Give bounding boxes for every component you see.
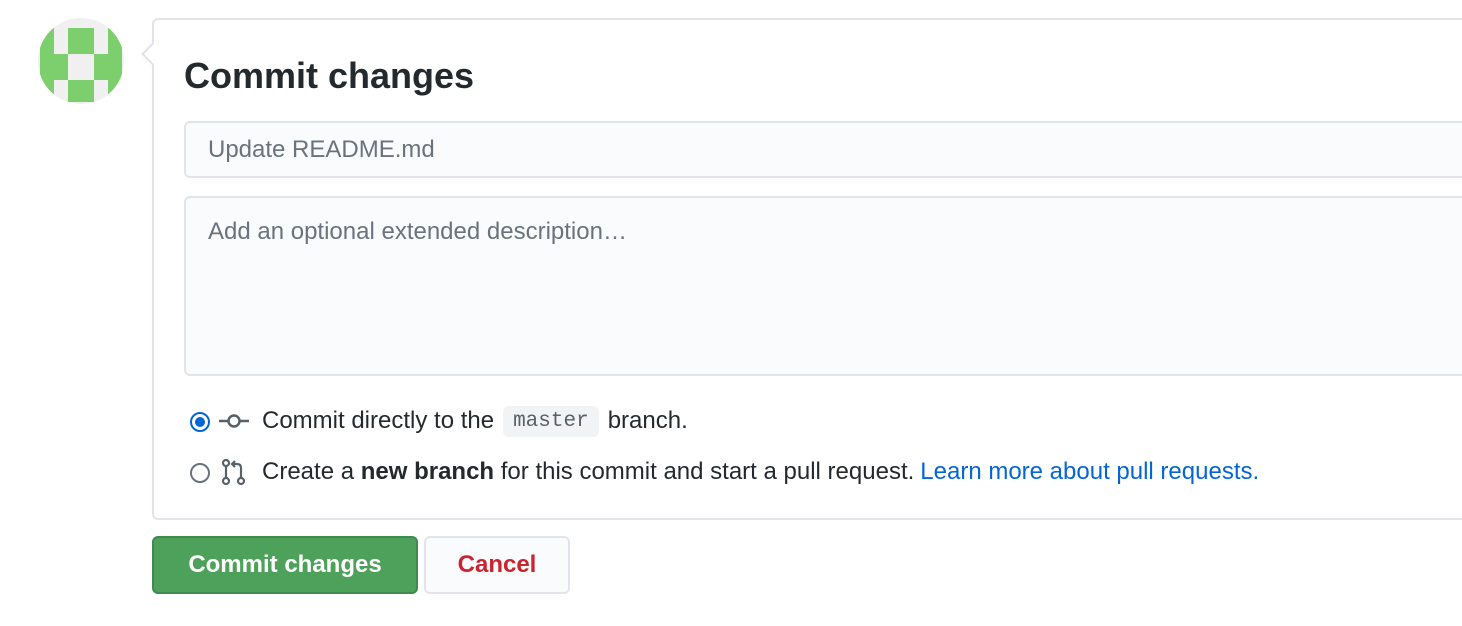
commit-direct-text-after: branch. (607, 407, 688, 434)
commit-summary-input[interactable] (184, 121, 1462, 178)
new-branch-text-after: for this commit and start a pull request… (500, 458, 915, 485)
learn-more-pull-requests-link[interactable]: Learn more about pull requests. (920, 458, 1259, 486)
commit-title: Commit changes (184, 55, 475, 96)
commit-description-input[interactable] (184, 196, 1462, 376)
avatar[interactable] (38, 18, 124, 104)
cancel-button[interactable]: Cancel (424, 536, 570, 594)
panel-arrow-inner (144, 44, 154, 64)
commit-direct-text-before: Commit directly to the (262, 407, 495, 434)
new-branch-radio[interactable] (190, 463, 210, 483)
new-branch-bold-text: new branch (360, 458, 495, 485)
identicon-avatar-icon (38, 18, 124, 104)
git-commit-icon (218, 407, 250, 435)
branch-name: master (503, 405, 599, 437)
new-branch-option[interactable]: Create a new branch for this commit and … (188, 454, 1259, 490)
commit-changes-button[interactable]: Commit changes (152, 536, 418, 594)
commit-direct-option[interactable]: Commit directly to the master branch. (188, 403, 688, 439)
commit-direct-radio[interactable] (190, 412, 210, 432)
new-branch-text-before: Create a (262, 458, 355, 485)
git-pull-request-icon (218, 458, 250, 486)
